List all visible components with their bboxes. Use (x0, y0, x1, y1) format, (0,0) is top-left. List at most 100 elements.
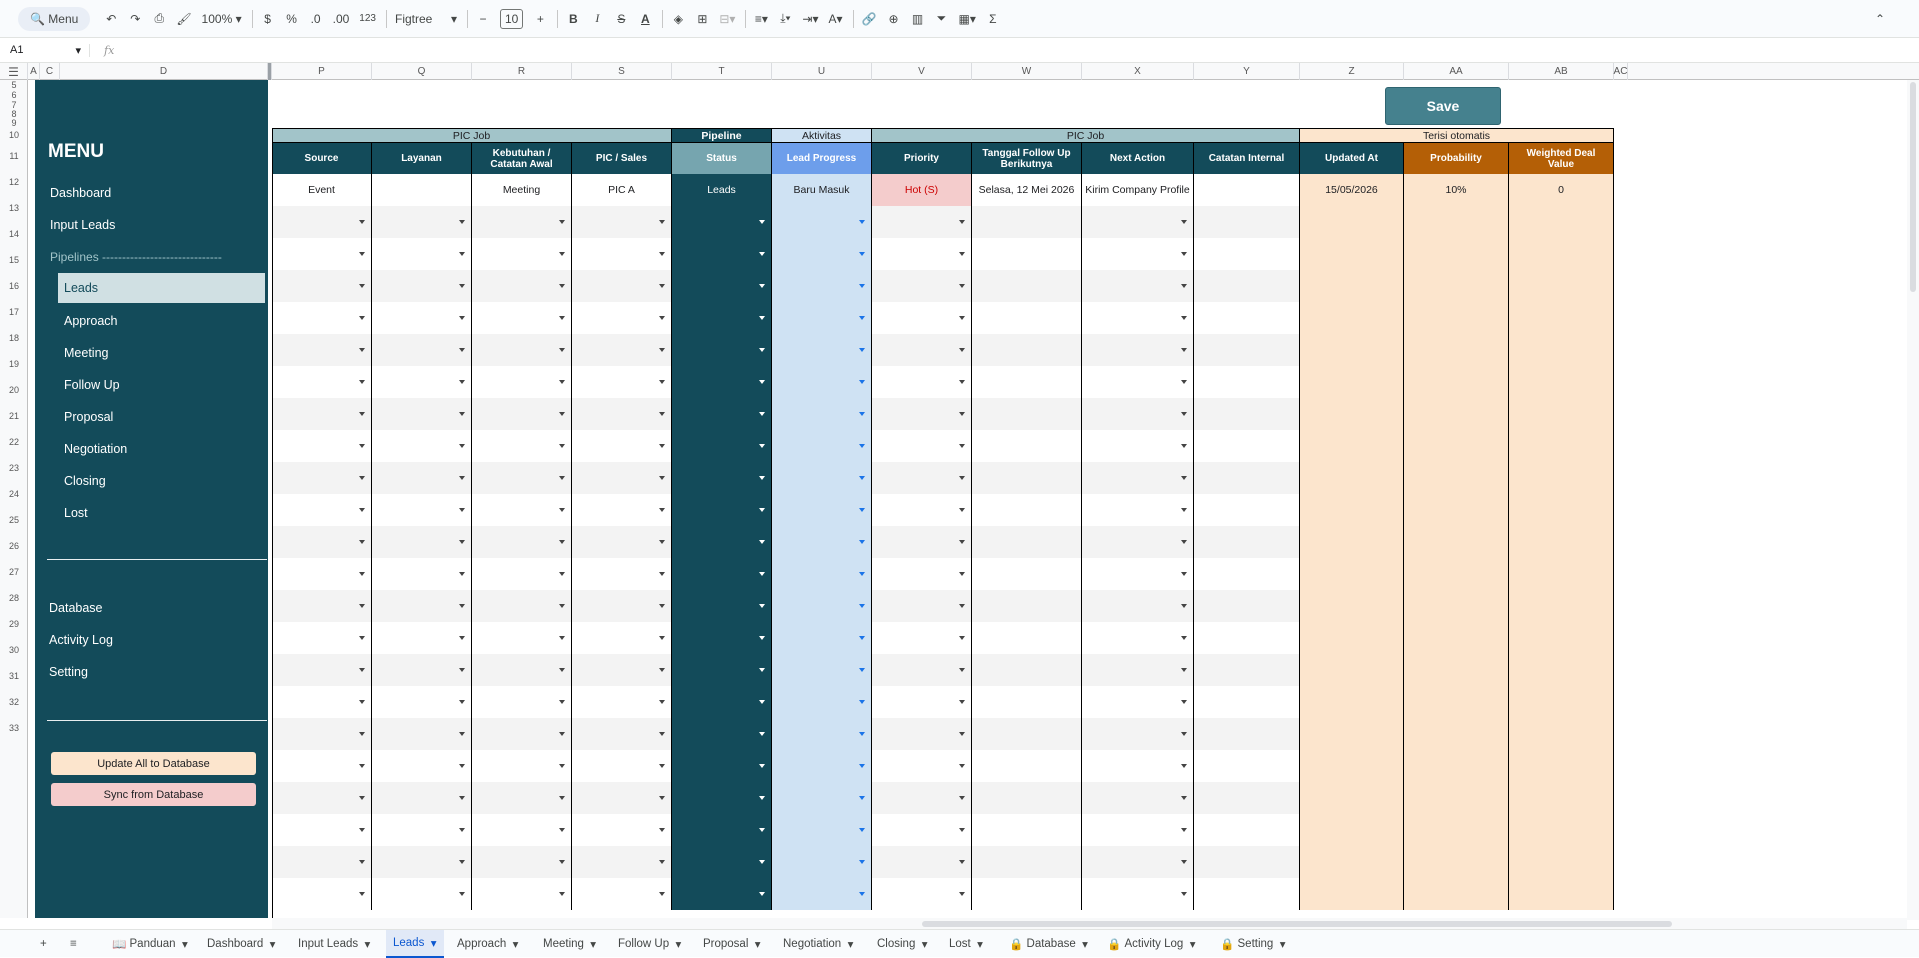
strikethrough-button[interactable]: S (614, 7, 628, 31)
dropdown-arrow-icon[interactable] (359, 732, 365, 736)
table-cell[interactable] (972, 718, 1082, 750)
dropdown-arrow-icon[interactable] (359, 764, 365, 768)
row-header[interactable]: 19 (0, 351, 28, 377)
table-cell[interactable] (872, 622, 972, 654)
dropdown-arrow-icon[interactable] (859, 412, 865, 416)
table-cell[interactable] (672, 302, 772, 334)
dropdown-arrow-icon[interactable] (659, 380, 665, 384)
dropdown-arrow-icon[interactable] (759, 604, 765, 608)
table-cell[interactable] (1404, 462, 1509, 494)
table-cell[interactable] (672, 334, 772, 366)
column-header[interactable]: Z (1300, 63, 1404, 80)
sidebar-item-follow-up[interactable]: Follow Up (64, 378, 120, 392)
bold-button[interactable]: B (566, 7, 580, 31)
dropdown-arrow-icon[interactable] (859, 796, 865, 800)
dropdown-arrow-icon[interactable] (759, 316, 765, 320)
table-cell[interactable] (1509, 654, 1614, 686)
table-cell[interactable] (472, 814, 572, 846)
table-cell[interactable] (472, 206, 572, 238)
dropdown-arrow-icon[interactable] (459, 540, 465, 544)
table-cell[interactable] (672, 398, 772, 430)
table-cell[interactable] (1082, 206, 1194, 238)
table-cell[interactable] (772, 494, 872, 526)
text-wrap-icon[interactable]: ⇥▾ (802, 7, 818, 31)
table-cell[interactable] (1082, 718, 1194, 750)
table-cell[interactable] (772, 398, 872, 430)
dropdown-arrow-icon[interactable] (959, 220, 965, 224)
dropdown-arrow-icon[interactable] (659, 412, 665, 416)
table-cell[interactable] (1082, 814, 1194, 846)
table-cell[interactable] (372, 366, 472, 398)
sidebar-item-activity-log[interactable]: Activity Log (49, 633, 113, 647)
table-cell[interactable] (572, 558, 672, 590)
dropdown-arrow-icon[interactable] (459, 476, 465, 480)
dropdown-arrow-icon[interactable] (359, 828, 365, 832)
table-cell[interactable] (472, 366, 572, 398)
table-cell[interactable] (372, 238, 472, 270)
tab-meeting[interactable]: Meeting ▾ (543, 930, 596, 958)
dropdown-arrow-icon[interactable] (1181, 892, 1187, 896)
dropdown-arrow-icon[interactable] (559, 892, 565, 896)
dropdown-arrow-icon[interactable] (859, 764, 865, 768)
table-cell[interactable] (572, 366, 672, 398)
dropdown-arrow-icon[interactable] (659, 252, 665, 256)
table-cell[interactable] (672, 238, 772, 270)
table-cell[interactable]: 0 (1509, 174, 1614, 206)
table-cell[interactable] (672, 782, 772, 814)
dropdown-arrow-icon[interactable] (759, 220, 765, 224)
table-cell[interactable] (1194, 270, 1300, 302)
table-cell[interactable] (372, 270, 472, 302)
table-cell[interactable] (672, 462, 772, 494)
dropdown-arrow-icon[interactable] (1181, 572, 1187, 576)
table-cell[interactable] (772, 526, 872, 558)
table-cell[interactable] (1509, 718, 1614, 750)
dropdown-arrow-icon[interactable] (859, 828, 865, 832)
table-cell[interactable] (772, 878, 872, 910)
table-cell[interactable] (772, 814, 872, 846)
table-cell[interactable] (1194, 846, 1300, 878)
table-cell[interactable] (672, 366, 772, 398)
dropdown-arrow-icon[interactable] (759, 348, 765, 352)
table-cell[interactable]: 10% (1404, 174, 1509, 206)
dropdown-arrow-icon[interactable] (959, 476, 965, 480)
table-cell[interactable] (272, 558, 372, 590)
table-cell[interactable] (672, 654, 772, 686)
table-cell[interactable] (1509, 846, 1614, 878)
column-header[interactable]: A (28, 63, 40, 80)
table-cell[interactable] (372, 526, 472, 558)
table-cell[interactable] (272, 398, 372, 430)
table-cell[interactable] (672, 558, 772, 590)
dropdown-arrow-icon[interactable] (859, 252, 865, 256)
dropdown-arrow-icon[interactable] (559, 508, 565, 512)
row-header[interactable]: 32 (0, 689, 28, 715)
table-cell[interactable] (772, 622, 872, 654)
dropdown-arrow-icon[interactable] (859, 284, 865, 288)
table-cell[interactable] (1194, 526, 1300, 558)
dropdown-arrow-icon[interactable] (959, 348, 965, 352)
table-cell[interactable]: Hot (S) (872, 174, 972, 206)
table-cell[interactable] (1300, 686, 1404, 718)
column-header[interactable]: X (1082, 63, 1194, 80)
table-cell[interactable] (972, 270, 1082, 302)
table-cell[interactable] (672, 686, 772, 718)
table-cell[interactable] (672, 494, 772, 526)
table-cell[interactable] (872, 814, 972, 846)
table-cell[interactable] (472, 782, 572, 814)
percent-button[interactable]: % (285, 7, 299, 31)
table-cell[interactable] (1509, 494, 1614, 526)
table-cell[interactable] (572, 238, 672, 270)
table-cell[interactable] (972, 206, 1082, 238)
table-cell[interactable] (372, 686, 472, 718)
table-cell[interactable] (1300, 238, 1404, 270)
table-cell[interactable] (772, 654, 872, 686)
table-cell[interactable] (672, 590, 772, 622)
table-cell[interactable] (972, 366, 1082, 398)
increase-decimal-button[interactable]: .00 (333, 7, 350, 31)
table-cell[interactable] (272, 206, 372, 238)
table-cell[interactable] (572, 590, 672, 622)
table-cell[interactable] (972, 590, 1082, 622)
dropdown-arrow-icon[interactable] (659, 828, 665, 832)
dropdown-arrow-icon[interactable] (859, 732, 865, 736)
table-cell[interactable] (1082, 878, 1194, 910)
table-cell[interactable] (1300, 878, 1404, 910)
